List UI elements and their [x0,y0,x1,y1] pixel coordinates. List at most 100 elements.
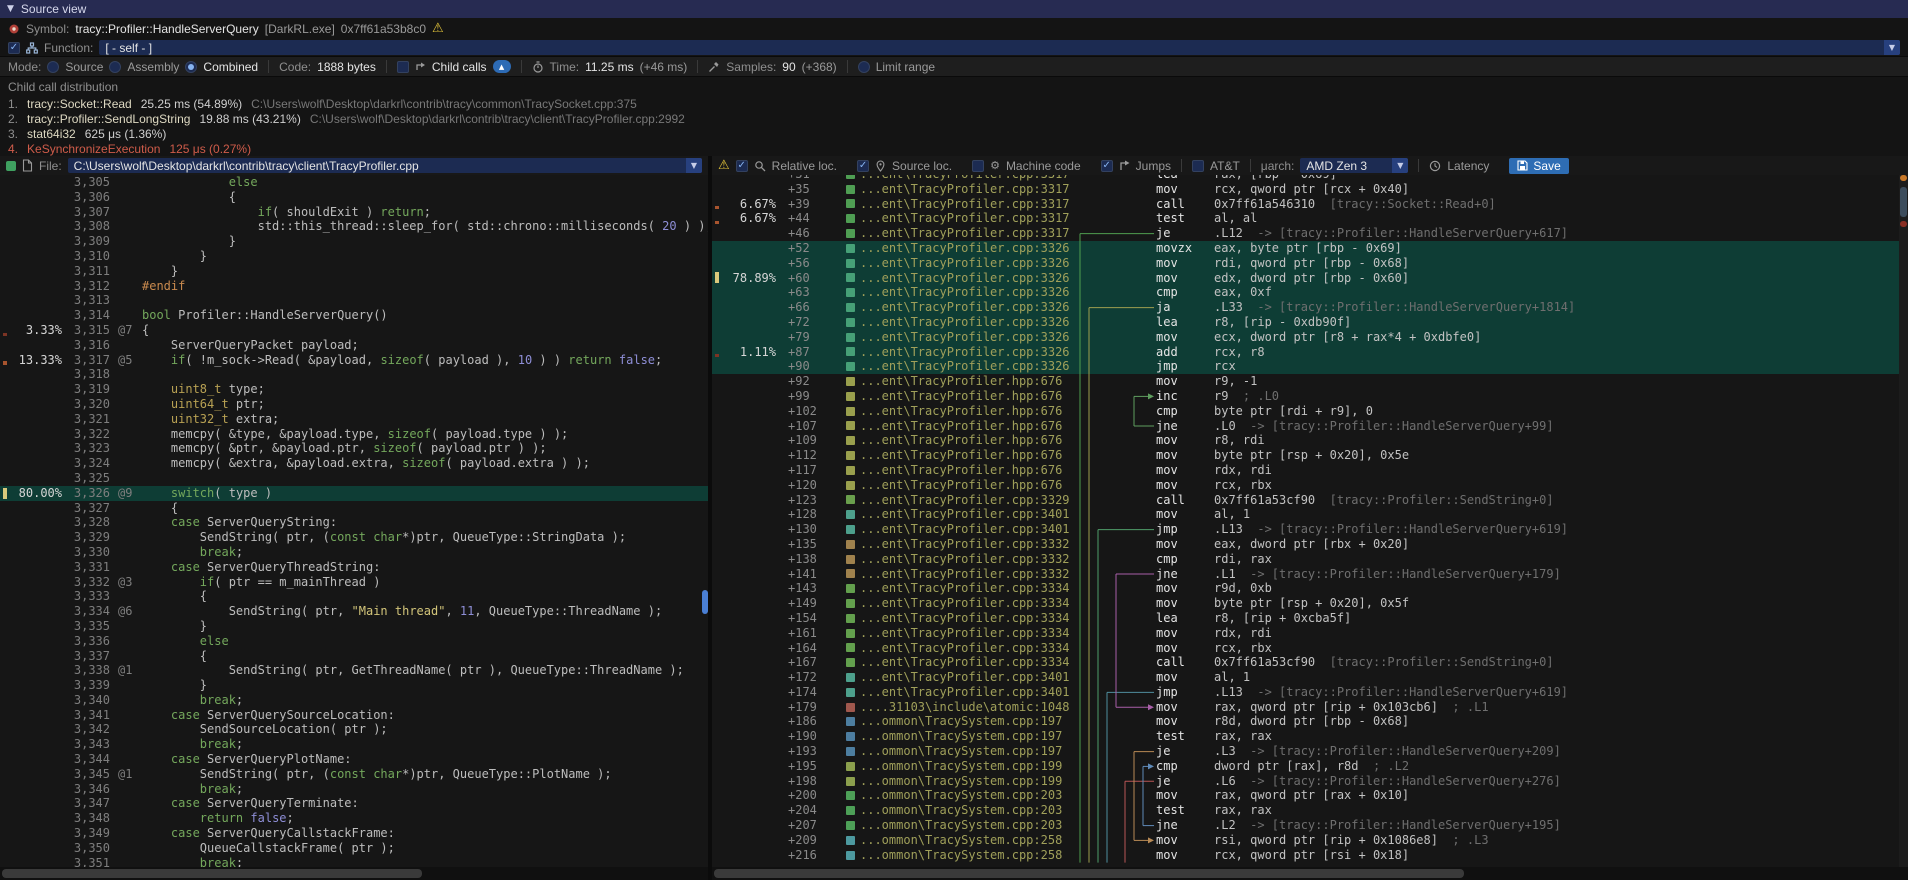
asm-line-source-loc[interactable]: ...ent\TracyProfiler.cpp:3334 [846,596,1076,611]
child-calls-expand-button[interactable]: ▲ [493,60,511,73]
mode-source-radio[interactable] [47,61,59,73]
asm-line-source-loc[interactable]: ...ent\TracyProfiler.cpp:3326 [846,256,1076,271]
asm-line-source-loc[interactable]: ...ent\TracyProfiler.cpp:3326 [846,241,1076,256]
asm-line[interactable]: +216...ommon\TracySystem.cpp:258movrcx, … [712,848,1908,863]
asm-line[interactable]: +46...ent\TracyProfiler.cpp:3317je.L12 -… [712,226,1908,241]
source-line[interactable]: 3,328 case ServerQueryString: [0,515,708,530]
child-call-item[interactable]: 1.tracy::Socket::Read25.25 ms (54.89%)C:… [8,96,1900,111]
source-line[interactable]: 3,350 QueueCallstackFrame( ptr ); [0,841,708,856]
source-line[interactable]: 3,331 case ServerQueryThreadString: [0,560,708,575]
child-calls-checkbox[interactable] [397,61,409,73]
asm-line-source-loc[interactable]: ...ommon\TracySystem.cpp:258 [846,848,1076,863]
source-line[interactable]: 3,334@6 SendString( ptr, "Main thread", … [0,604,708,619]
source-line[interactable]: 3,314bool Profiler::HandleServerQuery() [0,308,708,323]
asm-line[interactable]: +193...ommon\TracySystem.cpp:197je.L3 ->… [712,744,1908,759]
asm-line[interactable]: +172...ent\TracyProfiler.cpp:3401moval, … [712,670,1908,685]
asm-line[interactable]: +167...ent\TracyProfiler.cpp:3334call0x7… [712,655,1908,670]
asm-line-source-loc[interactable]: ...ent\TracyProfiler.cpp:3317 [846,211,1076,226]
asm-line-source-loc[interactable]: ...ommon\TracySystem.cpp:258 [846,833,1076,848]
function-checkbox[interactable] [8,42,20,54]
chevron-down-icon[interactable]: ▼ [686,158,702,173]
asm-hscrollbar-thumb[interactable] [714,869,1464,878]
asm-line-source-loc[interactable]: ...ent\TracyProfiler.cpp:3401 [846,670,1076,685]
asm-line-source-loc[interactable]: ...ent\TracyProfiler.hpp:676 [846,404,1076,419]
source-line[interactable]: 3,333 { [0,589,708,604]
source-line[interactable]: 3,332@3 if( ptr == m_mainThread ) [0,575,708,590]
source-line[interactable]: 3,320 uint64_t ptr; [0,397,708,412]
uarch-select[interactable]: AMD Zen 3 ▼ [1300,158,1408,173]
asm-line-source-loc[interactable]: ...ommon\TracySystem.cpp:197 [846,744,1076,759]
source-vertical-scrollbar[interactable] [701,175,708,867]
asm-line-source-loc[interactable]: ...ommon\TracySystem.cpp:203 [846,818,1076,833]
asm-line[interactable]: +99...ent\TracyProfiler.hpp:676incr9 ; .… [712,389,1908,404]
source-line[interactable]: 3,323 memcpy( &ptr, &payload.ptr, sizeof… [0,441,708,456]
asm-line[interactable]: +179....31103\include\atomic:1048movrax,… [712,700,1908,715]
source-line[interactable]: 3,345@1 SendString( ptr, (const char*)pt… [0,767,708,782]
child-call-item[interactable]: 3.stat64i32625 μs (1.36%) [8,126,1900,141]
asm-vertical-scrollbar[interactable] [1899,175,1908,867]
asm-line[interactable]: 1.11%+87...ent\TracyProfiler.cpp:3326add… [712,345,1908,360]
asm-line-source-loc[interactable]: ...ent\TracyProfiler.cpp:3317 [846,175,1076,182]
att-syntax-checkbox[interactable] [1192,160,1204,172]
child-call-item[interactable]: 2.tracy::Profiler::SendLongString19.88 m… [8,111,1900,126]
asm-line[interactable]: +161...ent\TracyProfiler.cpp:3334movrdx,… [712,626,1908,641]
asm-line[interactable]: +120...ent\TracyProfiler.hpp:676movrcx, … [712,478,1908,493]
source-line[interactable]: 3.33%3,315@7{ [0,323,708,338]
asm-line-source-loc[interactable]: ...ommon\TracySystem.cpp:199 [846,774,1076,789]
relative-loc-label[interactable]: Relative loc. [772,159,837,173]
asm-line-source-loc[interactable]: ...ent\TracyProfiler.cpp:3326 [846,315,1076,330]
asm-line[interactable]: 6.67%+44...ent\TracyProfiler.cpp:3317tes… [712,211,1908,226]
source-horizontal-scrollbar[interactable] [0,867,708,880]
asm-line[interactable]: 6.67%+39...ent\TracyProfiler.cpp:3317cal… [712,197,1908,212]
asm-line[interactable]: +35...ent\TracyProfiler.cpp:3317movrcx, … [712,182,1908,197]
asm-line-source-loc[interactable]: ...ent\TracyProfiler.cpp:3334 [846,626,1076,641]
asm-line[interactable]: +109...ent\TracyProfiler.hpp:676movr8, r… [712,433,1908,448]
asm-line[interactable]: +141...ent\TracyProfiler.cpp:3332jne.L1 … [712,567,1908,582]
source-line[interactable]: 3,344 case ServerQueryPlotName: [0,752,708,767]
file-select[interactable]: C:\Users\wolf\Desktop\darkrl\contrib\tra… [68,158,702,173]
asm-line[interactable]: +56...ent\TracyProfiler.cpp:3326movrdi, … [712,256,1908,271]
asm-line-source-loc[interactable]: ...ommon\TracySystem.cpp:197 [846,714,1076,729]
asm-line[interactable]: +31...ent\TracyProfiler.cpp:3317learax, … [712,175,1908,182]
source-line[interactable]: 3,312#endif [0,279,708,294]
source-line[interactable]: 13.33%3,317@5 if( !m_sock->Read( &payloa… [0,353,708,368]
asm-line-source-loc[interactable]: ...ent\TracyProfiler.cpp:3401 [846,685,1076,700]
asm-line[interactable]: +52...ent\TracyProfiler.cpp:3326movzxeax… [712,241,1908,256]
asm-line-source-loc[interactable]: ...ommon\TracySystem.cpp:203 [846,788,1076,803]
asm-line[interactable]: +72...ent\TracyProfiler.cpp:3326lear8, [… [712,315,1908,330]
asm-line-source-loc[interactable]: ...ent\TracyProfiler.cpp:3334 [846,655,1076,670]
asm-line-source-loc[interactable]: ...ent\TracyProfiler.cpp:3326 [846,345,1076,360]
asm-line[interactable]: +186...ommon\TracySystem.cpp:197movr8d, … [712,714,1908,729]
asm-line[interactable]: +207...ommon\TracySystem.cpp:203jne.L2 -… [712,818,1908,833]
asm-line-source-loc[interactable]: ...ent\TracyProfiler.hpp:676 [846,374,1076,389]
asm-line-source-loc[interactable]: ....31103\include\atomic:1048 [846,700,1076,715]
asm-line[interactable]: +92...ent\TracyProfiler.hpp:676movr9, -1 [712,374,1908,389]
source-line[interactable]: 3,318 [0,367,708,382]
chevron-down-icon[interactable]: ▼ [1884,40,1900,55]
asm-line[interactable]: +128...ent\TracyProfiler.cpp:3401moval, … [712,507,1908,522]
asm-line[interactable]: +66...ent\TracyProfiler.cpp:3326ja.L33 -… [712,300,1908,315]
collapse-triangle-icon[interactable]: ▼ [7,5,14,14]
asm-line[interactable]: +63...ent\TracyProfiler.cpp:3326cmpeax, … [712,285,1908,300]
asm-line[interactable]: +107...ent\TracyProfiler.hpp:676jne.L0 -… [712,419,1908,434]
mode-source-label[interactable]: Source [65,60,103,74]
asm-line[interactable]: +90...ent\TracyProfiler.cpp:3326jmprcx [712,359,1908,374]
limit-range-label[interactable]: Limit range [876,60,935,74]
asm-line-source-loc[interactable]: ...ent\TracyProfiler.cpp:3329 [846,493,1076,508]
function-select[interactable]: [ - self - ] ▼ [99,40,1900,55]
asm-line-source-loc[interactable]: ...ent\TracyProfiler.hpp:676 [846,389,1076,404]
asm-line[interactable]: +102...ent\TracyProfiler.hpp:676cmpbyte … [712,404,1908,419]
asm-line-source-loc[interactable]: ...ent\TracyProfiler.cpp:3401 [846,522,1076,537]
source-line[interactable]: 3,327 { [0,501,708,516]
asm-line-source-loc[interactable]: ...ent\TracyProfiler.cpp:3326 [846,330,1076,345]
mode-combined-label[interactable]: Combined [203,60,258,74]
asm-line-source-loc[interactable]: ...ent\TracyProfiler.hpp:676 [846,433,1076,448]
source-line[interactable]: 3,335 } [0,619,708,634]
source-line[interactable]: 3,338@1 SendString( ptr, GetThreadName( … [0,663,708,678]
asm-line-source-loc[interactable]: ...ommon\TracySystem.cpp:197 [846,729,1076,744]
asm-line-source-loc[interactable]: ...ent\TracyProfiler.cpp:3326 [846,300,1076,315]
source-line[interactable]: 3,349 case ServerQueryCallstackFrame: [0,826,708,841]
source-line[interactable]: 3,324 memcpy( &extra, &payload.extra, si… [0,456,708,471]
asm-line[interactable]: +130...ent\TracyProfiler.cpp:3401jmp.L13… [712,522,1908,537]
asm-line[interactable]: +143...ent\TracyProfiler.cpp:3334movr9d,… [712,581,1908,596]
